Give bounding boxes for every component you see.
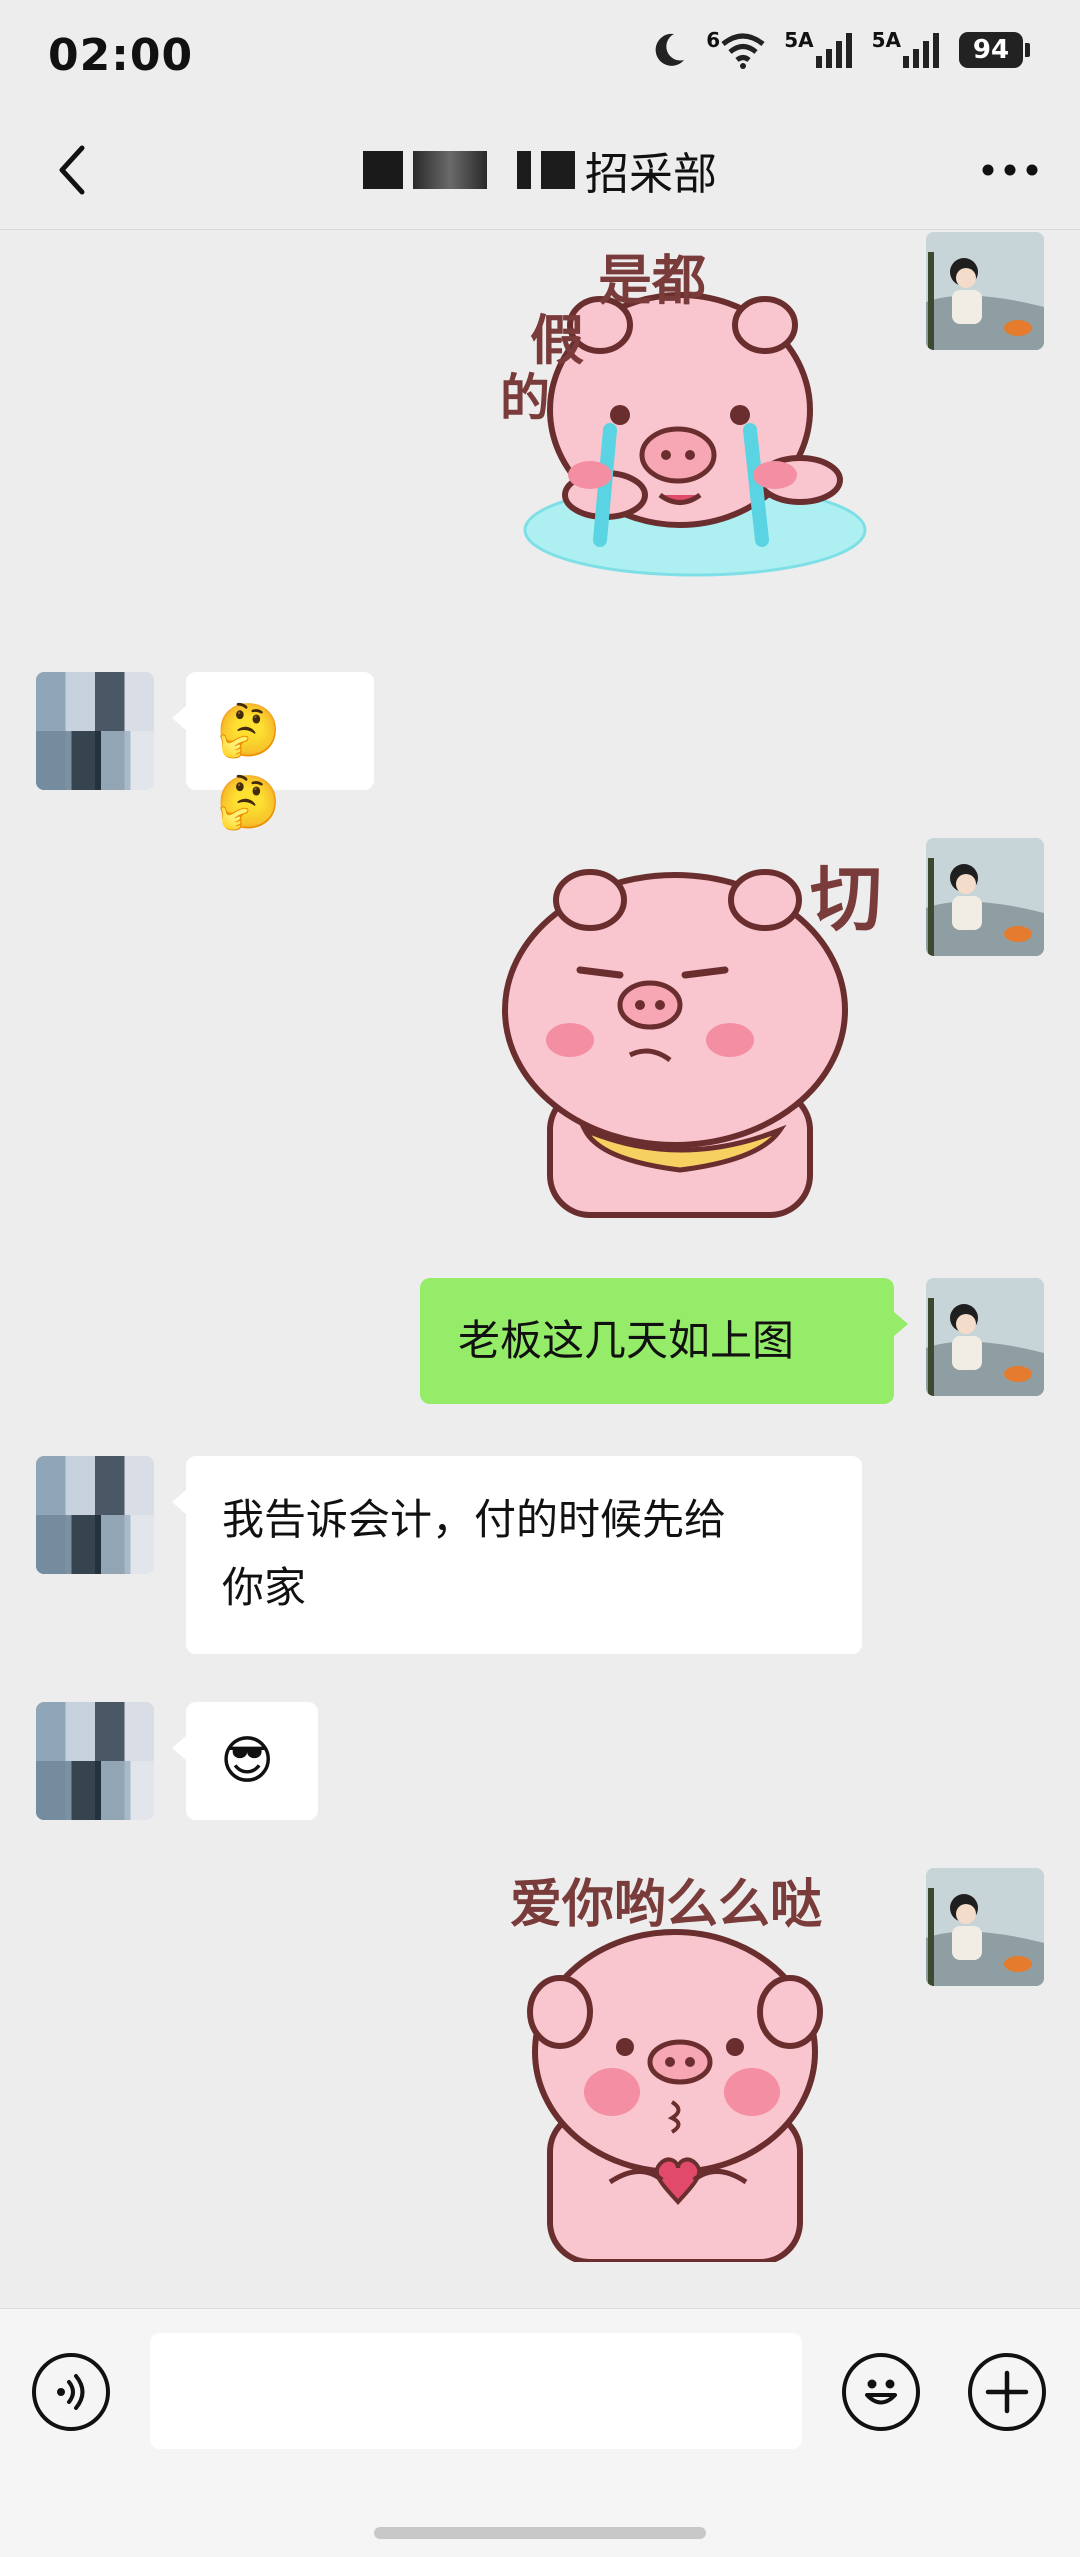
sticker-caption: 切 (810, 857, 883, 941)
input-bar (0, 2308, 1080, 2557)
message-bubble[interactable]: 🤔🤔 (172, 672, 374, 833)
status-bar: 02:00 6 5A 5A 94 (0, 0, 1080, 110)
avatar-other[interactable] (36, 1456, 154, 1574)
network-5a-label-2: 5A (871, 28, 901, 52)
voice-button[interactable] (32, 2353, 110, 2431)
signal-icon (815, 33, 852, 68)
battery-tip (1025, 43, 1030, 57)
chat-header: 招采部 (0, 110, 1080, 230)
avatar-self[interactable] (926, 1868, 1044, 1986)
message-bubble[interactable]: 我告诉会计，付的时候先给 你家 (172, 1456, 862, 1654)
back-button[interactable] (40, 138, 104, 202)
chat-title: 招采部 (363, 138, 717, 202)
redacted-title-part (413, 150, 487, 189)
avatar-image (926, 232, 1044, 350)
redacted-title-part (363, 150, 403, 189)
avatar-image (926, 838, 1044, 956)
sticker-love-pig[interactable]: 爱你哟么么哒 (500, 1862, 900, 2265)
redacted-title-part (517, 150, 531, 189)
voice-icon (57, 2374, 85, 2410)
chat-title-text: 招采部 (585, 148, 717, 200)
sticker-meh-pig[interactable]: 切 (490, 840, 900, 1220)
battery-indicator: 94 (959, 32, 1023, 68)
network-6g-label: 6 (706, 28, 721, 52)
chevron-left-icon (59, 145, 85, 195)
message-text: 🤔🤔 (216, 701, 281, 833)
sticker-caption: 的 (500, 369, 550, 427)
network-5a-label-1: 5A (784, 28, 814, 52)
plus-icon (985, 2370, 1029, 2414)
status-time: 02:00 (48, 29, 194, 81)
wifi-icon (721, 33, 765, 69)
plus-button[interactable] (968, 2353, 1046, 2431)
redacted-title-part (541, 150, 575, 189)
avatar-self[interactable] (926, 1278, 1044, 1396)
sticker-caption: 是都 (598, 249, 706, 312)
more-options-button[interactable] (970, 138, 1050, 202)
message-text-line: 我告诉会计，付的时候先给 (222, 1495, 727, 1544)
message-input[interactable] (150, 2333, 802, 2449)
emoji-icon (865, 2379, 897, 2405)
message-text: 😎 (220, 1731, 275, 1791)
avatar-self[interactable] (926, 232, 1044, 350)
more-dots-icon (982, 164, 1038, 176)
emoji-button[interactable] (842, 2353, 920, 2431)
home-indicator[interactable] (374, 2527, 706, 2539)
message-bubble[interactable]: 😎 (172, 1702, 318, 1820)
avatar-other[interactable] (36, 1702, 154, 1820)
message-text-line: 你家 (222, 1563, 307, 1612)
sticker-caption: 爱你哟么么哒 (510, 1875, 823, 1935)
avatar-other[interactable] (36, 672, 154, 790)
avatar-image (926, 1278, 1044, 1396)
message-bubble[interactable]: 老板这几天如上图 (420, 1278, 908, 1404)
moon-icon (655, 33, 685, 66)
sticker-crying-pig[interactable]: 是都 假 的 (500, 240, 900, 610)
signal-icon (903, 33, 939, 68)
avatar-self[interactable] (926, 838, 1044, 956)
message-text: 老板这几天如上图 (458, 1316, 795, 1365)
status-icons: 6 5A 5A 94 (650, 30, 1030, 70)
avatar-image (926, 1868, 1044, 1986)
